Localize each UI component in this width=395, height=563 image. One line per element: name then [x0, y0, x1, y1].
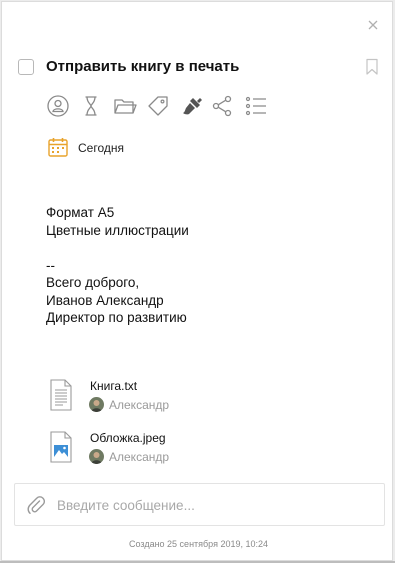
task-panel: Отправить книгу в печать Сегодня Формат …: [1, 1, 393, 561]
checklist-icon[interactable]: [244, 94, 268, 118]
attachment-item[interactable]: Обложка.jpeg Александр: [48, 431, 348, 471]
task-title[interactable]: Отправить книгу в печать: [46, 58, 239, 75]
description-line: [46, 239, 189, 257]
message-composer: [14, 483, 385, 526]
due-date-label[interactable]: Сегодня: [78, 141, 124, 155]
description-line: Формат А5: [46, 205, 115, 220]
attachment-name[interactable]: Книга.txt: [90, 379, 137, 393]
description-line: Цветные иллюстрации: [46, 222, 189, 238]
calendar-icon: [47, 136, 69, 158]
task-description[interactable]: Формат А5 Цветные иллюстрации -- Всего д…: [46, 204, 189, 327]
description-line: Всего доброго,: [46, 275, 140, 290]
avatar: [89, 449, 104, 464]
avatar: [89, 397, 104, 412]
brush-icon[interactable]: [180, 94, 204, 118]
text-file-icon: [48, 379, 74, 411]
description-line: Директор по развитию: [46, 310, 187, 325]
attachment-author: Александр: [109, 450, 170, 464]
description-line: --: [46, 257, 55, 273]
description-line: Иванов Александр: [46, 292, 164, 308]
attachment-item[interactable]: Книга.txt Александр: [48, 379, 348, 419]
message-input[interactable]: [57, 494, 375, 516]
created-timestamp: Создано 25 сентября 2019, 10:24: [128, 539, 269, 549]
paperclip-icon[interactable]: [27, 495, 46, 515]
close-icon[interactable]: [364, 16, 382, 34]
attachment-name[interactable]: Обложка.jpeg: [90, 431, 166, 445]
attachment-author: Александр: [109, 398, 170, 412]
assignee-icon[interactable]: [46, 94, 70, 118]
folder-icon[interactable]: [113, 94, 137, 118]
share-icon[interactable]: [210, 94, 234, 118]
image-file-icon: [48, 431, 74, 463]
tag-icon[interactable]: [146, 94, 170, 118]
hourglass-icon[interactable]: [79, 94, 103, 118]
task-complete-checkbox[interactable]: [18, 59, 34, 75]
bookmark-icon[interactable]: [365, 58, 379, 76]
